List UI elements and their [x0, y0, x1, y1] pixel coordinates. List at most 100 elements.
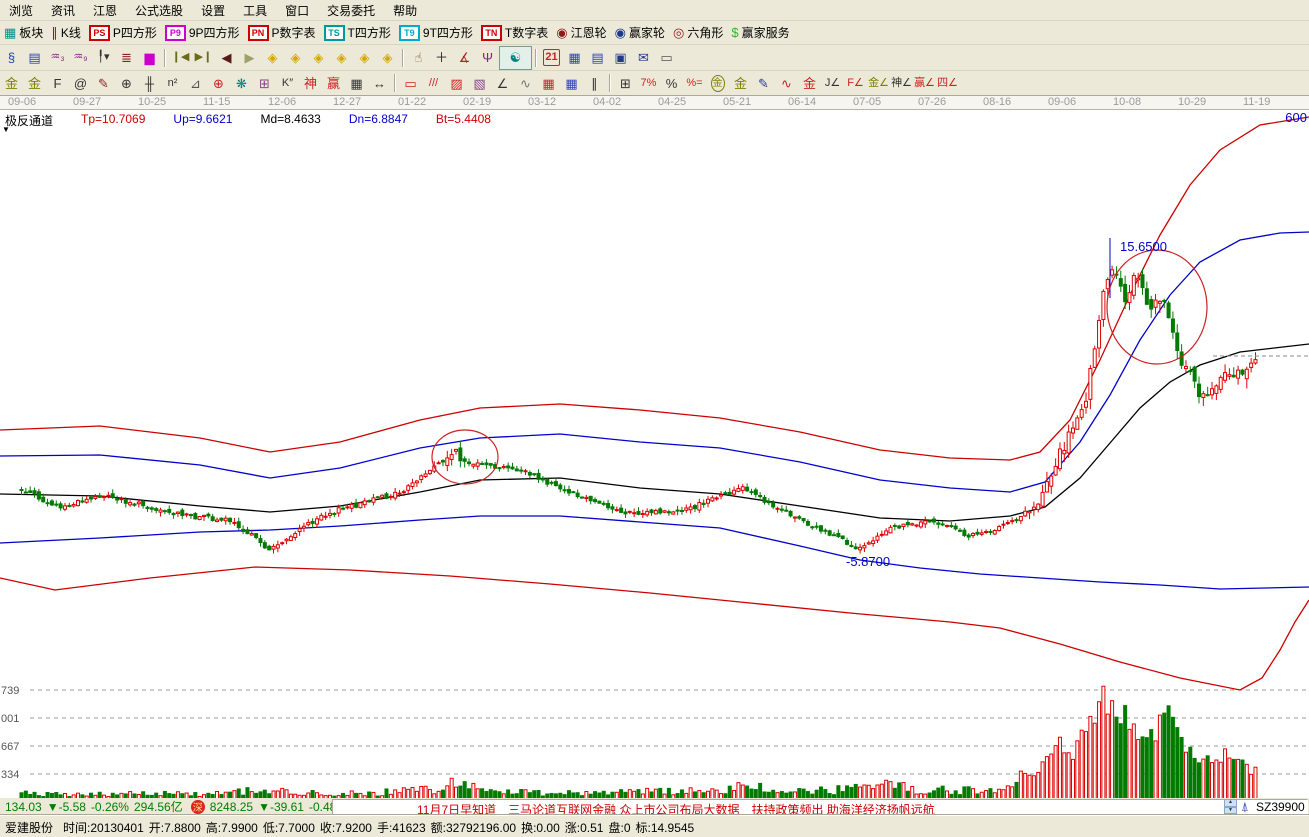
angle-measure-button[interactable]: ∡ — [453, 48, 476, 68]
shen-angle-button[interactable]: 神∠ — [890, 73, 913, 93]
zoom-right-button[interactable]: ◈ — [284, 48, 307, 68]
si-angle-button[interactable]: 四∠ — [936, 73, 959, 93]
gold-circle-button[interactable]: 金 — [706, 73, 729, 93]
brush-button[interactable]: ✎ — [752, 73, 775, 93]
last-page-button[interactable]: ▶❙ — [192, 48, 215, 68]
p-square-button-label: P四方形 — [113, 24, 157, 41]
gann-tool-button[interactable]: Ψ — [476, 48, 499, 68]
menu-item-帮助[interactable]: 帮助 — [384, 0, 426, 21]
spinner-down-button[interactable]: ▼ — [1224, 807, 1237, 815]
kline-button[interactable]: ∥K线 — [47, 22, 85, 43]
chips-button[interactable]: ≣ — [115, 48, 138, 68]
f-angle-button[interactable]: F∠ — [844, 73, 867, 93]
smart-brain-button[interactable]: ☯ — [499, 46, 532, 70]
zoom-left-button[interactable]: ◈ — [261, 48, 284, 68]
grid-blue-button[interactable]: ▦ — [560, 73, 583, 93]
wave-gold-button[interactable]: ∿ — [775, 73, 798, 93]
menu-item-江恩[interactable]: 江恩 — [84, 0, 126, 21]
percent-lines-button[interactable]: %= — [683, 73, 706, 93]
gann-wheel-button[interactable]: ◉江恩轮 — [552, 22, 610, 43]
info-panel-button[interactable]: § — [0, 48, 23, 68]
notes-button[interactable]: ▤ — [23, 48, 46, 68]
print-button[interactable]: ▭ — [655, 48, 678, 68]
ying-angle-button[interactable]: 赢∠ — [913, 73, 936, 93]
color-wheel-button[interactable]: ❋ — [230, 73, 253, 93]
gold-lines-button[interactable]: 金 — [729, 73, 752, 93]
save-button[interactable]: ▣ — [609, 48, 632, 68]
wave-9-button[interactable]: ♒₉ — [69, 48, 92, 68]
t-square-button[interactable]: TST四方形 — [320, 22, 395, 43]
crosshair-button[interactable]: ＋ — [430, 48, 453, 68]
k-quote-button[interactable]: K″ — [276, 73, 299, 93]
9p-square-button[interactable]: P99P四方形 — [161, 22, 244, 43]
percent-button[interactable]: % — [660, 73, 683, 93]
wave-3-button[interactable]: ♒₃ — [46, 48, 69, 68]
width-measure-button[interactable]: ↔ — [368, 73, 391, 93]
gold-angle-button[interactable]: 金∠ — [867, 73, 890, 93]
circle-cross-button[interactable]: ⊕ — [207, 73, 230, 93]
gann-grid-button[interactable]: ⊞ — [614, 73, 637, 93]
menu-item-资讯[interactable]: 资讯 — [42, 0, 84, 21]
spinner-up-button[interactable]: ▲ — [1224, 799, 1237, 807]
full-view-button[interactable]: ◈ — [376, 48, 399, 68]
menu-item-交易委托[interactable]: 交易委托 — [318, 0, 384, 21]
trend-fan-button[interactable]: ∠ — [491, 73, 514, 93]
winner-wheel-button[interactable]: ◉赢家轮 — [611, 22, 669, 43]
news-ticker[interactable]: 11月7日早知道 三马论道互联网金融 众上市公司布局大数据 扶持政策频出 助海洋… — [332, 799, 1308, 815]
volume-axis-label: 667 — [1, 741, 19, 753]
fan-box-button[interactable]: ▨ — [445, 73, 468, 93]
single-candle-button[interactable]: ╿▾ — [92, 48, 115, 68]
gold-box-button[interactable]: 金 — [798, 73, 821, 93]
drag-hand-button[interactable]: ☝ — [407, 48, 430, 68]
notepad-button[interactable]: ▤ — [586, 48, 609, 68]
menu-item-浏览[interactable]: 浏览 — [0, 0, 42, 21]
menu-item-设置[interactable]: 设置 — [192, 0, 234, 21]
volume-axis-label: 001 — [1, 713, 19, 725]
next-page-button[interactable]: ▶ — [238, 48, 261, 68]
j-angle-button[interactable]: J∠ — [821, 73, 844, 93]
scale-ruler-button[interactable]: ╫ — [138, 73, 161, 93]
sectors-button[interactable]: ▦板块 — [0, 22, 47, 43]
expand-button[interactable]: ◈ — [353, 48, 376, 68]
menu-item-窗口[interactable]: 窗口 — [276, 0, 318, 21]
ying-ruler-button[interactable]: 赢 — [322, 73, 345, 93]
stock-stats: 时间:20130401开:7.8800高:7.9900低:7.7000收:7.9… — [58, 819, 694, 836]
calculator-icon: ▦ — [568, 50, 580, 65]
color-wheel-icon: ❋ — [236, 76, 247, 91]
calendar-button[interactable]: 21 — [540, 48, 563, 68]
fibo-ruler-button[interactable]: F — [46, 73, 69, 93]
number-grid-button[interactable]: ▦ — [345, 73, 368, 93]
menu-item-公式选股[interactable]: 公式选股 — [126, 0, 192, 21]
zigzag-button[interactable]: ∿ — [514, 73, 537, 93]
spiral-button[interactable]: @ — [69, 73, 92, 93]
gold-ruler-button[interactable]: 金 — [0, 73, 23, 93]
percent-retrace-button[interactable]: 7% — [637, 73, 660, 93]
shrink-button[interactable]: ◈ — [330, 48, 353, 68]
winner-service-button[interactable]: $赢家服务 — [727, 22, 793, 43]
calculator-button[interactable]: ▦ — [563, 48, 586, 68]
hexagon-button[interactable]: ◎六角形 — [669, 22, 727, 43]
candlestick-chart[interactable]: 73900166733415.6500-5.8700600 — [0, 110, 1309, 798]
angle-ruler-button[interactable]: ⊿ — [184, 73, 207, 93]
menu-item-工具[interactable]: 工具 — [234, 0, 276, 21]
compass-pen-button[interactable]: ✎ — [92, 73, 115, 93]
square-pattern-button[interactable]: ⊞ — [253, 73, 276, 93]
volume-profile-button[interactable]: ▆ — [138, 48, 161, 68]
fan-lines-button[interactable]: /// — [422, 73, 445, 93]
gold-ruler2-button[interactable]: 金 — [23, 73, 46, 93]
t-table-button[interactable]: TNT数字表 — [477, 22, 552, 43]
grid-red-button[interactable]: ▦ — [537, 73, 560, 93]
zoom-horizontal-button[interactable]: ◈ — [307, 48, 330, 68]
p-table-button[interactable]: PNP数字表 — [244, 22, 320, 43]
gann-circle-button[interactable]: ⊕ — [115, 73, 138, 93]
parallel-lines-button[interactable]: ∥ — [583, 73, 606, 93]
prev-page-button[interactable]: ◀ — [215, 48, 238, 68]
9t-square-button[interactable]: T99T四方形 — [395, 22, 477, 43]
fan-square-button[interactable]: ▧ — [468, 73, 491, 93]
n2-ruler-button[interactable]: n² — [161, 73, 184, 93]
first-page-button[interactable]: ❙◀ — [169, 48, 192, 68]
shen-ruler-button[interactable]: 神 — [299, 73, 322, 93]
send-button[interactable]: ✉ — [632, 48, 655, 68]
p-square-button[interactable]: PSP四方形 — [85, 22, 161, 43]
rect-tool-button[interactable]: ▭ — [399, 73, 422, 93]
